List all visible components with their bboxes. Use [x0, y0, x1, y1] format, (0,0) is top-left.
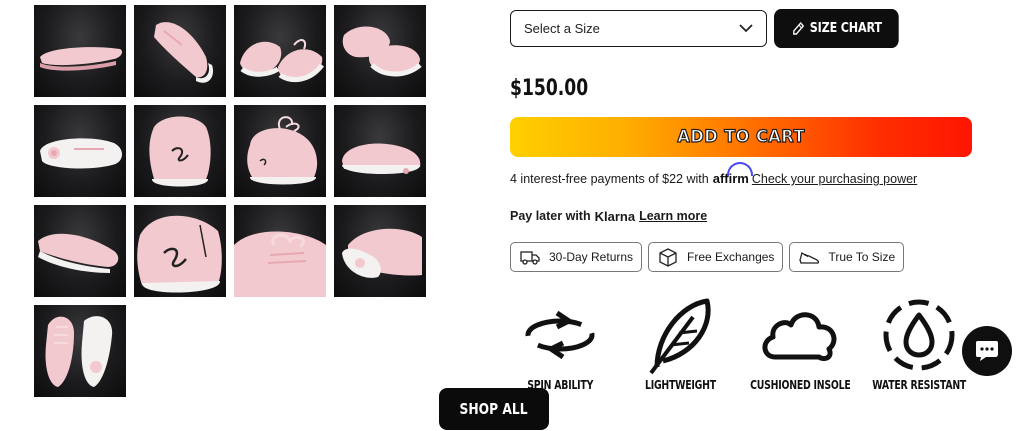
feature-cushioned-insole-label: CUSHIONED INSOLE — [749, 378, 851, 392]
delivery-truck-icon — [520, 251, 540, 265]
feature-cushioned-insole: CUSHIONED INSOLE — [745, 295, 855, 392]
feather-icon — [649, 298, 711, 375]
badge-true-to-size-label: True To Size — [828, 250, 896, 264]
klarna-learn-more-link[interactable]: Learn more — [639, 209, 707, 224]
gallery-thumbnail-bottom-sole[interactable] — [34, 105, 126, 197]
feature-lightweight-label: LIGHTWEIGHT — [644, 378, 716, 392]
gallery-thumbnail-insole[interactable] — [34, 5, 126, 97]
feature-spin-ability: SPIN ABILITY — [505, 295, 615, 392]
ruler-pencil-icon — [792, 21, 804, 35]
size-chart-label: SIZE CHART — [809, 21, 882, 36]
package-box-icon — [659, 248, 677, 267]
affirm-financing-message: 4 interest-free payments of $22 with aff… — [510, 162, 917, 186]
klarna-financing-message: Pay later with Klarna Learn more — [510, 209, 707, 224]
gallery-thumbnail-side-low[interactable] — [34, 205, 126, 297]
badge-exchanges[interactable]: Free Exchanges — [648, 242, 784, 272]
feature-water-resistant: WATER RESISTANT — [864, 295, 974, 392]
gallery-thumbnail-side-sole[interactable] — [334, 105, 426, 197]
spin-arrows-icon — [525, 310, 595, 360]
chat-bubble-icon — [976, 341, 998, 361]
klarna-prefix: Pay later with — [510, 209, 591, 223]
badge-exchanges-label: Free Exchanges — [687, 250, 775, 264]
size-select-dropdown[interactable]: Select a Size — [510, 10, 767, 47]
shop-all-button[interactable]: SHOP ALL — [439, 388, 549, 430]
gallery-thumbnail-side-angled[interactable] — [134, 5, 226, 97]
gallery-thumbnail-pair-top[interactable] — [334, 5, 426, 97]
gallery-thumbnail-pair-front[interactable] — [234, 5, 326, 97]
chevron-down-icon — [739, 24, 753, 33]
size-chart-button[interactable]: SIZE CHART — [774, 9, 899, 48]
gallery-thumbnail-laces-close[interactable] — [234, 205, 326, 297]
affirm-prefix: 4 interest-free payments of $22 with — [510, 172, 709, 186]
size-select-placeholder: Select a Size — [524, 21, 600, 36]
policy-badges: 30-Day Returns Free Exchanges True To Si… — [510, 242, 905, 272]
badge-returns[interactable]: 30-Day Returns — [510, 242, 643, 272]
affirm-logo: affirm — [713, 162, 753, 186]
water-drop-icon — [883, 299, 955, 371]
feature-water-resistant-label: WATER RESISTANT — [872, 378, 966, 392]
sneaker-icon — [799, 251, 820, 264]
chat-button[interactable] — [962, 326, 1012, 376]
gallery-thumbnail-pair-overhead[interactable] — [34, 305, 126, 397]
gallery-thumbnail-heel-side[interactable] — [234, 105, 326, 197]
shop-all-label: SHOP ALL — [459, 400, 529, 418]
feature-lightweight: LIGHTWEIGHT — [625, 295, 735, 392]
affirm-check-power-link[interactable]: Check your purchasing power — [752, 172, 917, 186]
gallery-thumbnail-heel-close[interactable] — [134, 205, 226, 297]
add-to-cart-button[interactable]: ADD TO CART — [510, 117, 972, 157]
gallery-thumbnail-toe-sole[interactable] — [334, 205, 426, 297]
product-price: $150.00 — [510, 76, 589, 101]
badge-true-to-size[interactable]: True To Size — [789, 242, 905, 272]
gallery-thumbnail-heel-back[interactable] — [134, 105, 226, 197]
klarna-logo: Klarna — [594, 209, 636, 224]
cloud-icon — [762, 312, 837, 362]
add-to-cart-label: ADD TO CART — [677, 126, 805, 147]
badge-returns-label: 30-Day Returns — [549, 250, 634, 264]
